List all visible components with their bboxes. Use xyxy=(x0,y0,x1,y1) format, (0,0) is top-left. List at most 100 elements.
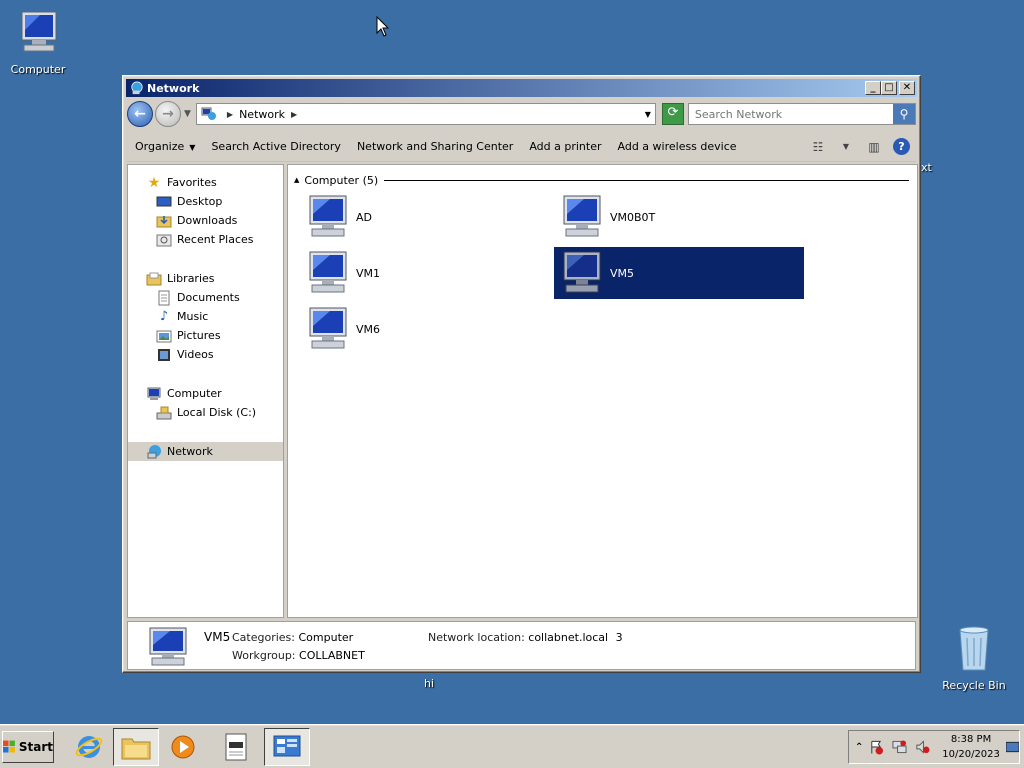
nav-label: Downloads xyxy=(177,214,238,227)
collapse-caret-icon: ▲ xyxy=(294,176,300,184)
computer-item-vm5[interactable]: VM5 xyxy=(554,247,804,299)
breadcrumb-network[interactable]: Network xyxy=(239,108,285,121)
computer-item-vm1[interactable]: VM1 xyxy=(300,247,550,299)
address-bar[interactable]: ▶ Network ▶ ▼ xyxy=(195,103,656,125)
desktop-stray-text: hi xyxy=(424,677,435,690)
recent-pages-dropdown-icon[interactable]: ▼ xyxy=(184,109,191,119)
volume-muted-icon[interactable] xyxy=(915,739,930,755)
nav-item-computer[interactable]: Computer xyxy=(128,384,283,403)
network-status-icon[interactable] xyxy=(892,739,907,755)
clock-time: 8:38 PM xyxy=(950,734,992,745)
nav-item-music[interactable]: ♪ Music xyxy=(128,307,283,326)
taskbar-media-player[interactable] xyxy=(160,728,206,766)
search-button[interactable]: ⚲ xyxy=(893,104,915,124)
start-button[interactable]: Start xyxy=(2,731,54,763)
refresh-button[interactable]: ⟳ xyxy=(661,103,684,125)
nav-item-favorites[interactable]: ★ Favorites xyxy=(128,173,283,192)
search-input[interactable] xyxy=(688,104,893,124)
media-player-icon xyxy=(171,735,195,759)
network-icon xyxy=(147,444,161,458)
change-view-icon[interactable]: ☷ xyxy=(809,138,827,156)
nav-item-desktop[interactable]: Desktop xyxy=(128,192,283,211)
desktop-stray-text: xt xyxy=(921,161,932,174)
taskbar-windows-explorer[interactable] xyxy=(113,728,159,766)
details-categories: Categories: Computer xyxy=(232,631,353,644)
computer-item-vm6[interactable]: VM6 xyxy=(300,303,550,355)
computer-item-label: VM1 xyxy=(356,266,381,280)
address-row: ← → ▼ ▶ Network ▶ ▼ ⟳ ⚲ xyxy=(127,100,916,128)
navigation-pane: ★ Favorites Desktop Downloads Recent Pla… xyxy=(127,164,284,618)
computer-icon xyxy=(563,251,601,293)
search-active-directory-button[interactable]: Search Active Directory xyxy=(211,140,341,153)
breadcrumb-arrow-icon[interactable]: ▶ xyxy=(227,110,233,119)
group-divider xyxy=(384,179,909,181)
computer-item-ad[interactable]: AD xyxy=(300,191,550,243)
desktop-computer-icon[interactable]: Computer xyxy=(0,8,76,76)
details-network-location: Network location: collabnet.local 3 xyxy=(428,631,623,644)
forward-button[interactable]: → xyxy=(155,101,181,127)
music-icon: ♪ xyxy=(159,309,169,324)
nav-label: Local Disk (C:) xyxy=(177,406,257,419)
window-titlebar[interactable]: Network _ □ ✕ xyxy=(126,79,917,97)
close-button[interactable]: ✕ xyxy=(899,81,915,95)
search-icon: ⚲ xyxy=(899,107,909,121)
pictures-icon xyxy=(156,330,172,342)
categories-label: Categories: xyxy=(232,631,295,644)
videos-icon xyxy=(158,348,170,361)
minimize-button[interactable]: _ xyxy=(865,81,881,95)
computer-icon xyxy=(309,307,347,349)
windows-logo-icon xyxy=(3,740,15,753)
recent-places-icon xyxy=(156,234,172,246)
desktop-recycle-bin[interactable]: Recycle Bin xyxy=(936,624,1012,692)
action-center-flag-icon[interactable] xyxy=(869,739,884,755)
taskbar-server-manager[interactable] xyxy=(264,728,310,766)
nav-label: Videos xyxy=(177,348,214,361)
arrow-right-icon: → xyxy=(162,106,174,122)
show-desktop-icon[interactable] xyxy=(1005,740,1019,754)
window-title: Network xyxy=(147,81,200,95)
nav-label: Computer xyxy=(167,387,222,400)
nav-item-documents[interactable]: Documents xyxy=(128,288,283,307)
show-hidden-icons-icon[interactable]: ⌃ xyxy=(855,742,863,753)
network-icon xyxy=(201,107,216,120)
nav-item-videos[interactable]: Videos xyxy=(128,345,283,364)
computer-icon xyxy=(21,11,57,52)
preview-pane-icon[interactable]: ▥ xyxy=(865,138,883,156)
organize-label: Organize xyxy=(135,140,185,153)
computer-item-vm0b0t[interactable]: VM0B0T xyxy=(554,191,804,243)
nav-label: Network xyxy=(167,445,213,458)
group-header[interactable]: ▲ Computer (5) xyxy=(294,173,909,187)
back-button[interactable]: ← xyxy=(127,101,153,127)
network-location-count: 3 xyxy=(615,631,623,644)
nav-label: Music xyxy=(177,310,209,323)
folder-icon xyxy=(121,738,151,760)
organize-menu[interactable]: Organize ▼ xyxy=(135,140,195,153)
network-location-value: collabnet.local xyxy=(528,631,609,644)
network-icon xyxy=(131,81,143,95)
view-options-dropdown-icon[interactable]: ▼ xyxy=(837,138,855,156)
address-dropdown-icon[interactable]: ▼ xyxy=(645,110,651,119)
arrow-left-icon: ← xyxy=(134,106,146,122)
network-sharing-center-button[interactable]: Network and Sharing Center xyxy=(357,140,513,153)
nav-item-libraries[interactable]: Libraries xyxy=(128,269,283,288)
breadcrumb-arrow-icon[interactable]: ▶ xyxy=(291,110,297,119)
nav-item-network[interactable]: Network xyxy=(128,442,283,461)
notepad-icon xyxy=(225,733,247,761)
nav-item-pictures[interactable]: Pictures xyxy=(128,326,283,345)
nav-item-local-disk[interactable]: Local Disk (C:) xyxy=(128,403,283,422)
workgroup-label: Workgroup: xyxy=(232,649,296,662)
recycle-bin-icon xyxy=(959,626,989,671)
nav-item-recent-places[interactable]: Recent Places xyxy=(128,230,283,249)
maximize-button[interactable]: □ xyxy=(881,81,897,95)
help-icon[interactable]: ? xyxy=(893,138,910,155)
system-clock[interactable]: 8:38 PM 10/20/2023 xyxy=(942,732,1000,762)
libraries-icon xyxy=(146,272,162,285)
taskbar-notepad[interactable] xyxy=(213,728,259,766)
add-printer-button[interactable]: Add a printer xyxy=(529,140,601,153)
add-wireless-device-button[interactable]: Add a wireless device xyxy=(618,140,737,153)
nav-label: Desktop xyxy=(177,195,223,208)
desktop-icon xyxy=(156,196,172,206)
nav-item-downloads[interactable]: Downloads xyxy=(128,211,283,230)
categories-value: Computer xyxy=(298,631,354,644)
taskbar-internet-explorer[interactable] xyxy=(66,728,112,766)
